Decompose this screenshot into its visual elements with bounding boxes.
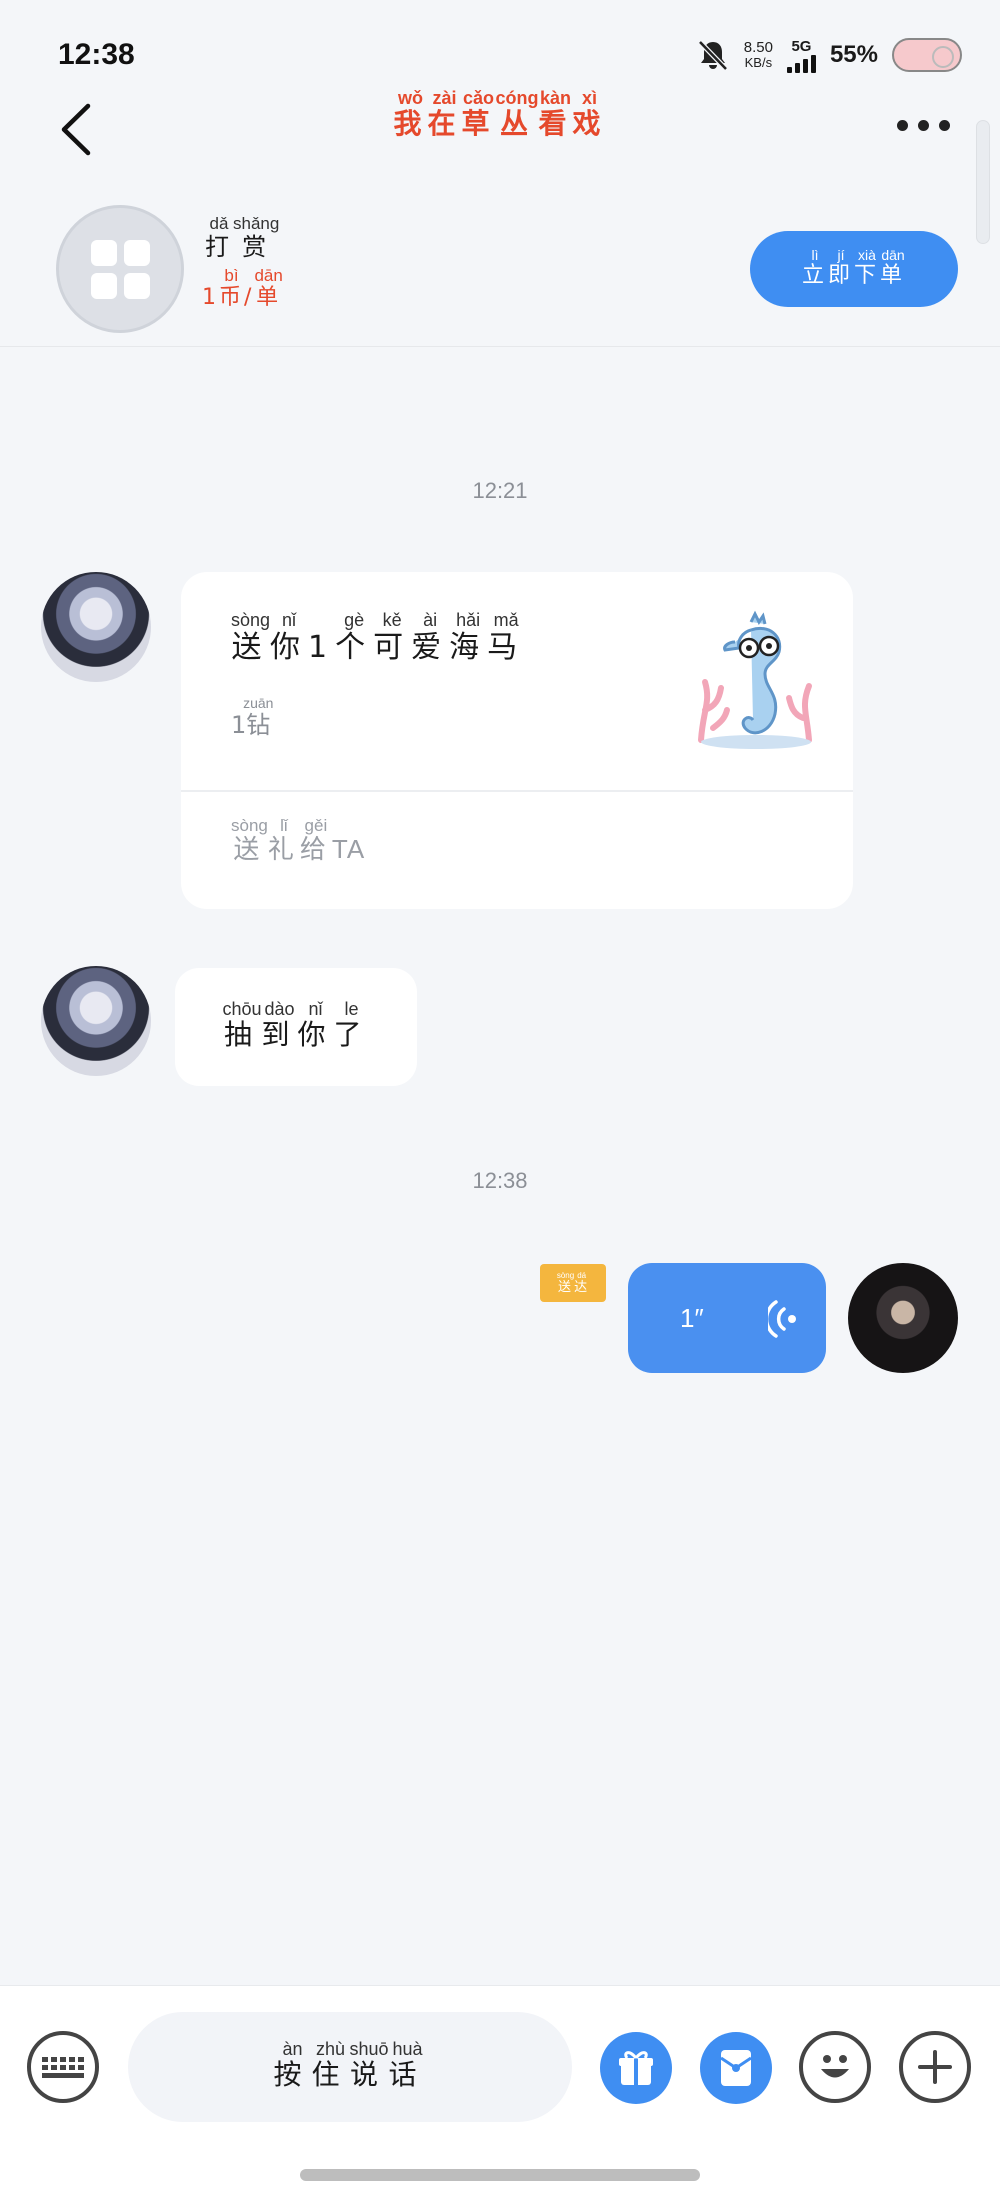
red-packet-icon[interactable] <box>700 2032 772 2104</box>
bell-off-icon <box>697 40 728 71</box>
ruby-char: 马mǎ <box>487 610 526 665</box>
hold-to-talk-button[interactable]: 按àn 住zhù 说shuō 话huà <box>128 2012 572 2122</box>
delivered-status-badge: 送sòng 达dá <box>540 1264 606 1302</box>
tip-bar: 打dǎ赏shǎng 1币bì/ 单dān 立lì 即jí 下xià 单dān <box>0 195 1000 347</box>
ruby-char: 你nǐ <box>297 999 334 1051</box>
service-price-amount: 1 <box>202 285 219 310</box>
my-avatar[interactable] <box>848 1263 958 1373</box>
service-avatar[interactable] <box>56 205 184 333</box>
ruby-char: 达dá <box>574 1271 590 1295</box>
ruby-char: 打dǎ <box>205 214 233 261</box>
ruby-char: 按àn <box>273 2039 312 2091</box>
battery-icon <box>892 38 962 72</box>
voice-message-bubble[interactable]: 1″ <box>628 1263 826 1373</box>
order-now-button[interactable]: 立lì 即jí 下xià 单dān <box>750 231 958 307</box>
ruby-char: 立lì <box>801 247 828 288</box>
ruby-char: 抽chōu <box>222 999 262 1051</box>
gift-message-card[interactable]: 送sòng你nǐ1 个gè可kě爱ài海hǎi马mǎ 1钻zuān 送sòng礼… <box>181 572 853 909</box>
plus-icon[interactable] <box>899 2031 971 2103</box>
network-speed: 8.50 KB/s <box>744 40 773 70</box>
ruby-char: 草cǎo <box>461 88 496 140</box>
ruby-char: 给gěi <box>299 816 332 865</box>
service-price-unit: 币bì/ 单dān <box>219 266 283 310</box>
ruby-char: / <box>244 285 255 310</box>
ruby-char: 单dān <box>254 266 283 310</box>
home-indicator[interactable] <box>300 2169 700 2181</box>
send-gift-label: 送sòng礼lǐ给gěi <box>231 816 332 865</box>
ruby-char: 到dào <box>261 999 298 1051</box>
gift-card-divider <box>181 790 853 792</box>
gift-price: 1钻zuān <box>231 695 274 740</box>
network-speed-value: 8.50 <box>743 39 773 56</box>
ruby-char: 个gè <box>335 610 374 665</box>
ruby-char: 币bì <box>219 266 245 310</box>
ruby-char: 爱ài <box>411 610 450 665</box>
gift-icon[interactable] <box>600 2032 672 2104</box>
ruby-char: 可kě <box>373 610 412 665</box>
ruby-char: 说shuō <box>349 2039 389 2091</box>
keyboard-icon[interactable] <box>27 2031 99 2103</box>
more-options-icon[interactable] <box>897 120 950 131</box>
input-bar: 按àn 住zhù 说shuō 话huà <box>0 1985 1000 2200</box>
status-time: 12:38 <box>58 38 135 71</box>
ruby-char: 即jí <box>827 247 854 288</box>
status-icons: 8.50 KB/s 5G 55% <box>696 30 962 80</box>
ruby-char: 单dān <box>880 247 907 288</box>
ruby-char: 了le <box>333 999 370 1051</box>
service-price: 1币bì/ 单dān <box>202 266 283 311</box>
battery-percent: 55% <box>829 41 878 68</box>
status-bar: 12:38 8.50 KB/s 5G 55% <box>0 0 1000 100</box>
ruby-char: 礼lǐ <box>267 816 300 865</box>
chat-timestamp: 12:38 <box>472 1168 528 1193</box>
ruby-char: 你nǐ <box>270 610 309 665</box>
ruby-char: 送sòng <box>556 1271 575 1295</box>
ruby-char: 看kàn <box>538 88 573 140</box>
gift-message-text: 送sòng你nǐ1 个gè可kě爱ài海hǎi马mǎ <box>231 610 526 666</box>
ruby-char: 住zhù <box>311 2039 350 2091</box>
apps-grid-icon <box>90 239 150 299</box>
ruby-char: 下xià <box>854 247 881 288</box>
contact-avatar[interactable] <box>41 966 151 1076</box>
ruby-char: 戏xì <box>572 88 607 140</box>
seahorse-gift-icon <box>698 610 812 749</box>
service-name: 打dǎ赏shǎng <box>205 214 280 262</box>
gift-price-unit: 钻zuān <box>243 695 274 739</box>
ruby-char: 海hǎi <box>449 610 488 665</box>
ruby-char: 1 <box>308 630 336 665</box>
ruby-char: 钻zuān <box>243 695 274 739</box>
ruby-char: 丛cóng <box>495 88 539 140</box>
ruby-char: 话huà <box>388 2039 427 2091</box>
signal-indicator: 5G <box>786 37 816 73</box>
ruby-char: 我wǒ <box>393 88 428 140</box>
ruby-char: 送sòng <box>231 610 271 665</box>
network-type: 5G <box>791 37 812 55</box>
contact-avatar[interactable] <box>41 572 151 682</box>
chat-timestamp: 12:21 <box>472 478 528 503</box>
voice-wave-icon <box>768 1300 796 1338</box>
network-speed-unit: KB/s <box>744 55 773 70</box>
received-message-bubble[interactable]: 抽chōu 到dào 你nǐ 了le <box>175 968 417 1086</box>
page-title: 我wǒ在zài草cǎo丛cóng看kàn戏xì <box>0 88 1000 142</box>
send-gift-link[interactable]: 送sòng礼lǐ给gěiTA <box>231 816 366 866</box>
ruby-char: 在zài <box>427 88 462 140</box>
signal-icon <box>786 54 816 73</box>
send-gift-target: TA <box>331 834 366 864</box>
ruby-char: 送sòng <box>231 816 268 865</box>
voice-duration: 1″ <box>680 1303 704 1333</box>
emoji-icon[interactable] <box>799 2031 871 2103</box>
ruby-char: 赏shǎng <box>233 214 280 261</box>
